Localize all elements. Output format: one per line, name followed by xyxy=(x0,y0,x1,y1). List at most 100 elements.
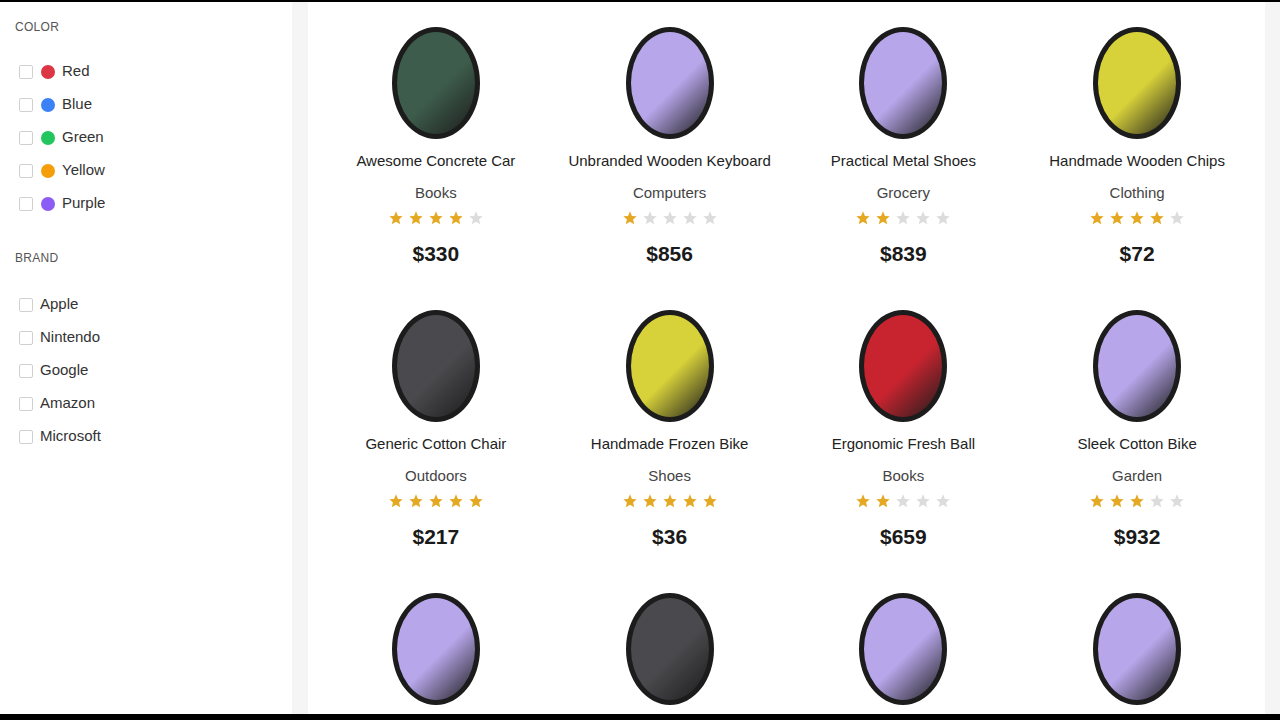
product-category: Books xyxy=(415,183,457,203)
main: COLOR Red Blue Green Yellow Purple BRAND Apple N… xyxy=(0,2,1280,714)
product-category: Shoes xyxy=(648,466,691,486)
checkbox[interactable] xyxy=(19,164,33,178)
product-card[interactable]: Handmade Frozen Bike Shoes $36 xyxy=(553,310,787,593)
star-icon xyxy=(642,210,658,226)
filter-title: COLOR xyxy=(15,19,277,35)
color-dot xyxy=(41,131,55,145)
checkbox[interactable] xyxy=(19,197,33,211)
option-label: Purple xyxy=(62,192,105,215)
product-image xyxy=(392,593,480,705)
star-icon xyxy=(1109,210,1125,226)
star-icon xyxy=(895,210,911,226)
star-icon xyxy=(915,210,931,226)
product-price: $72 xyxy=(1120,240,1155,268)
star-icon xyxy=(1149,210,1165,226)
filter-section: BRAND Apple NintendoGoogleAmazonMicrosoft xyxy=(15,250,277,453)
filter-option[interactable]: Google xyxy=(15,354,277,387)
star-icon xyxy=(935,493,951,509)
product-card[interactable] xyxy=(1020,593,1254,720)
product-card[interactable] xyxy=(787,593,1021,720)
product-card[interactable]: Sleek Cotton BikeGarden$932 xyxy=(1020,310,1254,593)
filter-option[interactable]: Blue xyxy=(15,88,277,121)
checkbox[interactable] xyxy=(19,298,33,312)
star-icon xyxy=(1169,210,1185,226)
star-rating xyxy=(622,210,718,226)
product-name[interactable]: Sleek Cotton Bike xyxy=(1078,434,1197,454)
product-price: $36 xyxy=(652,523,687,551)
product-price: $330 xyxy=(413,240,460,268)
filter-option[interactable]: Nintendo xyxy=(15,321,277,354)
star-icon xyxy=(622,493,638,509)
product-card[interactable]: Ergonomic Fresh BallBooks$659 xyxy=(787,310,1021,593)
page: COLOR Red Blue Green Yellow Purple BRAND Apple N… xyxy=(0,0,1280,720)
filter-option[interactable]: Apple xyxy=(15,288,277,321)
star-icon xyxy=(682,493,698,509)
filter-option[interactable]: Purple xyxy=(15,187,277,220)
star-icon xyxy=(855,493,871,509)
star-icon xyxy=(448,210,464,226)
product-card[interactable]: Unbranded Wooden Keyboard Computers $856 xyxy=(553,27,787,310)
star-rating xyxy=(855,210,951,226)
star-icon xyxy=(448,493,464,509)
product-card[interactable]: Awesome Concrete Car Books $330 xyxy=(319,27,553,310)
product-price: $839 xyxy=(880,240,927,268)
star-icon xyxy=(1129,493,1145,509)
star-icon xyxy=(408,493,424,509)
product-image xyxy=(859,27,947,139)
star-icon xyxy=(1149,493,1165,509)
checkbox[interactable] xyxy=(19,98,33,112)
product-image xyxy=(626,310,714,422)
filter-option[interactable]: Red xyxy=(15,55,277,88)
product-image xyxy=(859,310,947,422)
color-dot xyxy=(41,65,55,79)
star-icon xyxy=(1089,493,1105,509)
product-card[interactable] xyxy=(319,593,553,720)
filter-title: BRAND xyxy=(15,250,277,266)
star-icon xyxy=(935,210,951,226)
product-name[interactable]: Handmade Wooden Chips xyxy=(1049,151,1225,171)
product-category: Computers xyxy=(633,183,706,203)
star-icon xyxy=(408,210,424,226)
product-image xyxy=(1093,310,1181,422)
option-label: Blue xyxy=(62,93,92,116)
filter-option[interactable]: Amazon xyxy=(15,387,277,420)
product-category: Garden xyxy=(1112,466,1162,486)
checkbox[interactable] xyxy=(19,331,33,345)
filter-option[interactable]: Green xyxy=(15,121,277,154)
product-name[interactable]: Practical Metal Shoes xyxy=(831,151,976,171)
product-card[interactable]: Generic Cotton ChairOutdoors$217 xyxy=(319,310,553,593)
product-name[interactable]: Awesome Concrete Car xyxy=(356,151,515,171)
product-card[interactable]: Practical Metal ShoesGrocery$839 xyxy=(787,27,1021,310)
checkbox[interactable] xyxy=(19,131,33,145)
checkbox[interactable] xyxy=(19,430,33,444)
star-icon xyxy=(428,210,444,226)
checkbox[interactable] xyxy=(19,397,33,411)
star-icon xyxy=(468,493,484,509)
star-icon xyxy=(855,210,871,226)
star-icon xyxy=(388,493,404,509)
checkbox[interactable] xyxy=(19,65,33,79)
filter-sidebar: COLOR Red Blue Green Yellow Purple BRAND Apple N… xyxy=(0,2,292,714)
product-image xyxy=(392,310,480,422)
product-image xyxy=(626,27,714,139)
star-icon xyxy=(702,210,718,226)
checkbox[interactable] xyxy=(19,364,33,378)
filter-option[interactable]: Yellow xyxy=(15,154,277,187)
product-price: $856 xyxy=(646,240,693,268)
product-name[interactable]: Handmade Frozen Bike xyxy=(591,434,749,454)
star-rating xyxy=(388,210,484,226)
product-card[interactable] xyxy=(553,593,787,720)
star-icon xyxy=(682,210,698,226)
product-card[interactable]: Handmade Wooden ChipsClothing$72 xyxy=(1020,27,1254,310)
star-icon xyxy=(702,493,718,509)
product-name[interactable]: Unbranded Wooden Keyboard xyxy=(568,151,770,171)
filter-option[interactable]: Microsoft xyxy=(15,420,277,453)
product-name[interactable]: Ergonomic Fresh Ball xyxy=(832,434,975,454)
star-icon xyxy=(662,210,678,226)
color-dot xyxy=(41,164,55,178)
option-label: Apple xyxy=(40,293,78,316)
product-name[interactable]: Generic Cotton Chair xyxy=(365,434,506,454)
content-area: Awesome Concrete Car Books $330 Unbranded W… xyxy=(292,2,1280,714)
option-label: Green xyxy=(62,126,104,149)
star-rating xyxy=(388,493,484,509)
